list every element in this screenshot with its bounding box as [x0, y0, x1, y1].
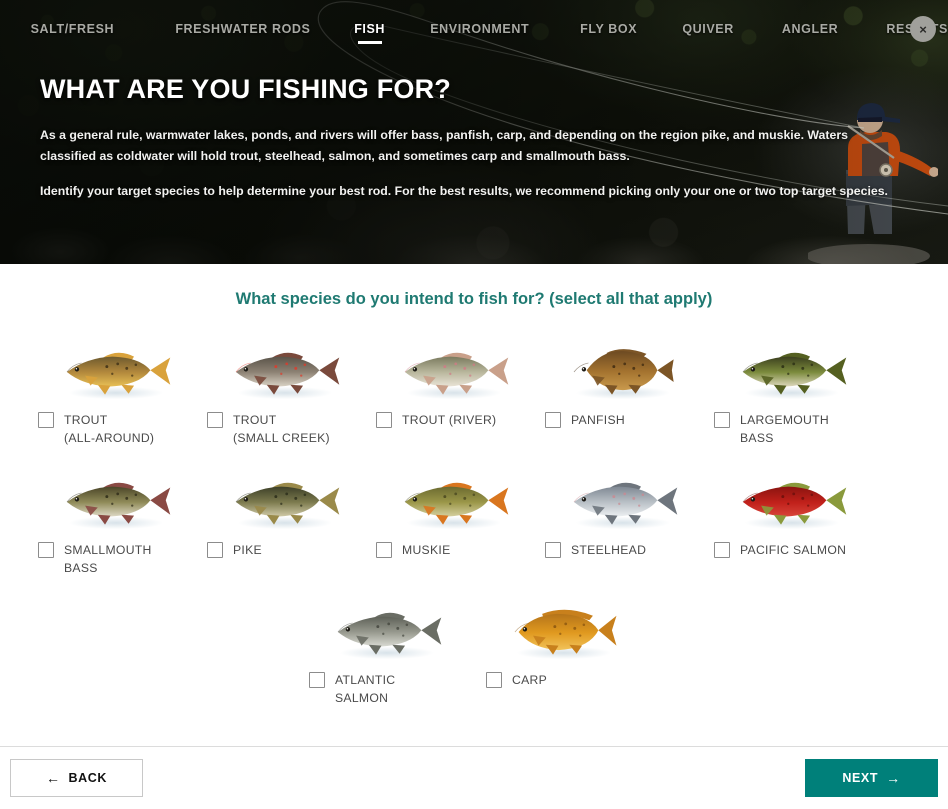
species-checkbox[interactable]: [714, 412, 730, 428]
nav-tab-freshwater-rods[interactable]: FRESHWATER RODS: [175, 22, 310, 46]
species-cell: PACIFIC SALMON: [710, 473, 871, 577]
species-checkbox[interactable]: [545, 542, 561, 558]
nav-tab-label: FISH: [354, 22, 386, 36]
species-option-pacific-salmon[interactable]: PACIFIC SALMON: [710, 541, 871, 559]
species-question-heading: What species do you intend to fish for? …: [235, 290, 713, 308]
species-cell: TROUT (SMALL CREEK): [203, 343, 364, 447]
muskie-image: [404, 482, 508, 530]
species-checkbox[interactable]: [545, 412, 561, 428]
atlantic-salmon-image: [337, 612, 441, 660]
species-option-pike[interactable]: PIKE: [203, 541, 364, 559]
nav-tab-label: FRESHWATER RODS: [175, 22, 311, 36]
species-cell: TROUT (RIVER): [372, 343, 533, 447]
species-label: STEELHEAD: [571, 543, 647, 557]
species-option-muskie[interactable]: MUSKIE: [372, 541, 533, 559]
species-label: TROUT (SMALL CREEK): [233, 413, 330, 445]
wizard-footer: ← BACK NEXT →: [0, 746, 948, 809]
species-label: MUSKIE: [402, 543, 451, 557]
trout-river-image: [404, 352, 508, 400]
species-option-carp[interactable]: CARP: [482, 671, 643, 689]
nav-tab-label: QUIVER: [682, 22, 734, 36]
species-cell: SMALLMOUTH BASS: [34, 473, 195, 577]
wizard-step-nav: SALT/FRESH FRESHWATER RODS FISH ENVIRONMENT…: [0, 0, 948, 56]
close-icon[interactable]: ×: [910, 16, 936, 42]
page-title: WHAT ARE YOU FISHING FOR?: [40, 74, 451, 104]
species-option-smallmouth-bass[interactable]: SMALLMOUTH BASS: [34, 541, 195, 577]
species-label: SMALLMOUTH BASS: [64, 543, 152, 575]
nav-tab-label: ENVIRONMENT: [430, 22, 530, 36]
species-checkbox[interactable]: [714, 542, 730, 558]
species-option-trout-river[interactable]: TROUT (RIVER): [372, 411, 533, 429]
panfish-image: [573, 349, 674, 400]
species-label: TROUT (ALL-AROUND): [64, 413, 155, 445]
nav-tab-fly-box[interactable]: FLY BOX: [580, 22, 637, 46]
species-option-trout-all-around[interactable]: TROUT (ALL-AROUND): [34, 411, 195, 447]
nav-tab-label: ANGLER: [781, 22, 839, 36]
hero-paragraph-2: Identify your target species to help det…: [40, 184, 888, 198]
species-label: PIKE: [233, 543, 262, 557]
nav-tab-fish[interactable]: FISH: [354, 22, 385, 46]
species-checkbox[interactable]: [207, 412, 223, 428]
nav-tab-angler[interactable]: ANGLER: [782, 22, 838, 46]
species-cell: PIKE: [203, 473, 364, 577]
species-selection-panel: What species do you intend to fish for? …: [0, 264, 948, 746]
species-cell: ATLANTIC SALMON: [305, 603, 466, 707]
trout-small-creek-image: [235, 352, 339, 400]
species-cell: MUSKIE: [372, 473, 533, 577]
species-checkbox[interactable]: [38, 542, 54, 558]
species-option-panfish[interactable]: PANFISH: [541, 411, 702, 429]
hero-paragraph-1: As a general rule, warmwater lakes, pond…: [40, 128, 848, 163]
active-tab-underline: [357, 41, 382, 44]
arrow-right-icon: →: [886, 770, 901, 786]
species-option-atlantic-salmon[interactable]: ATLANTIC SALMON: [305, 671, 466, 707]
species-row: SMALLMOUTH BASS PIKE MUSKIE STEELHEAD PACIFI…: [34, 473, 914, 577]
species-option-trout-small-creek[interactable]: TROUT (SMALL CREEK): [203, 411, 364, 447]
species-cell: TROUT (ALL-AROUND): [34, 343, 195, 447]
species-checkbox[interactable]: [486, 672, 502, 688]
species-checkbox[interactable]: [376, 542, 392, 558]
species-label: TROUT (RIVER): [402, 413, 497, 427]
species-grid: TROUT (ALL-AROUND) TROUT (SMALL CREEK) TRO…: [34, 343, 914, 707]
next-button-label: NEXT: [842, 771, 879, 785]
species-label: PACIFIC SALMON: [740, 543, 847, 557]
trout-all-around-image: [66, 352, 170, 400]
next-button[interactable]: NEXT →: [805, 759, 938, 797]
species-checkbox[interactable]: [207, 542, 223, 558]
largemouth-bass-image: [742, 352, 846, 400]
species-label: PANFISH: [571, 413, 626, 427]
species-label: CARP: [512, 673, 548, 687]
nav-tab-label: SALT/FRESH: [30, 22, 115, 36]
species-cell: LARGEMOUTH BASS: [710, 343, 871, 447]
species-checkbox[interactable]: [309, 672, 325, 688]
pacific-salmon-image: [742, 482, 846, 530]
pike-image: [235, 482, 339, 530]
species-cell: STEELHEAD: [541, 473, 702, 577]
species-label: LARGEMOUTH BASS: [740, 413, 829, 445]
steelhead-image: [573, 482, 677, 530]
fishing-wizard-page: SALT/FRESH FRESHWATER RODS FISH ENVIRONMENT…: [0, 0, 948, 809]
hero-banner: SALT/FRESH FRESHWATER RODS FISH ENVIRONMENT…: [0, 0, 948, 264]
species-option-steelhead[interactable]: STEELHEAD: [541, 541, 702, 559]
nav-tab-environment[interactable]: ENVIRONMENT: [430, 22, 529, 46]
species-cell: CARP: [482, 603, 643, 707]
species-row: ATLANTIC SALMON CARP: [34, 603, 914, 707]
hero-text-block: WHAT ARE YOU FISHING FOR? As a general r…: [0, 56, 948, 202]
back-button-label: BACK: [68, 771, 108, 785]
species-checkbox[interactable]: [376, 412, 392, 428]
carp-image: [514, 609, 616, 660]
species-checkbox[interactable]: [38, 412, 54, 428]
arrow-left-icon: ←: [45, 770, 61, 786]
back-button[interactable]: ← BACK: [10, 759, 143, 797]
nav-tab-salt-fresh[interactable]: SALT/FRESH: [31, 22, 115, 46]
nav-tab-quiver[interactable]: QUIVER: [682, 22, 734, 46]
nav-tab-label: FLY BOX: [580, 22, 638, 36]
species-option-largemouth-bass[interactable]: LARGEMOUTH BASS: [710, 411, 871, 447]
species-row: TROUT (ALL-AROUND) TROUT (SMALL CREEK) TRO…: [34, 343, 914, 447]
smallmouth-bass-image: [66, 482, 170, 530]
species-cell: PANFISH: [541, 343, 702, 447]
species-label: ATLANTIC SALMON: [335, 673, 396, 705]
